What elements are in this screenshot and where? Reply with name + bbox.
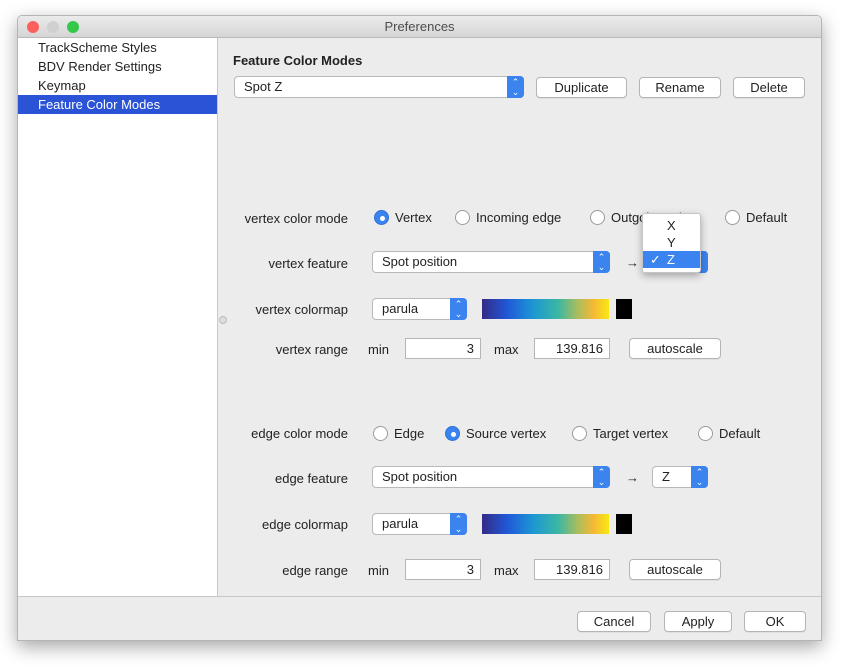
radio-label: Default [719,426,761,441]
ok-button[interactable]: OK [744,611,806,632]
vertex-max-input[interactable]: 139.816 [534,338,610,359]
radio-vertex[interactable]: Vertex [374,210,432,225]
rename-button[interactable]: Rename [639,77,721,98]
apply-button[interactable]: Apply [664,611,732,632]
vertex-autoscale-button[interactable]: autoscale [629,338,721,359]
radio-label: Incoming edge [476,210,562,225]
vertex-max-label: max [494,342,519,357]
preferences-window: Preferences TrackScheme Styles BDV Rende… [17,15,822,641]
updown-arrows-icon: ⌃⌄ [593,466,610,488]
menu-item-label: Z [667,252,675,267]
minimize-window-button[interactable] [47,21,59,33]
vertex-feature-label: vertex feature [268,256,349,271]
edge-feature-select[interactable]: Spot position ⌃ ⌄ [372,466,610,488]
menu-item-x[interactable]: X [643,217,700,234]
checkmark-icon: ✓ [650,252,661,267]
sidebar-item-bdv-render-settings[interactable]: BDV Render Settings [18,57,217,76]
radio-edge-default[interactable]: Default [698,426,760,441]
radio-incoming-edge[interactable]: Incoming edge [455,210,561,225]
page-title: Feature Color Modes [233,53,363,68]
edge-feature-label: edge feature [274,471,348,486]
radio-icon [725,210,740,225]
updown-arrows-icon: ⌃⌄ [593,251,610,273]
edge-colormap-preview [482,514,609,534]
vertex-range-label: vertex range [275,342,348,357]
edge-missing-color-swatch[interactable] [616,514,632,534]
title-bar: Preferences [18,16,821,38]
radio-icon [455,210,470,225]
sidebar: TrackScheme Styles BDV Render Settings K… [18,38,218,596]
sidebar-item-feature-color-modes[interactable]: Feature Color Modes [18,95,217,114]
vertex-colormap-label: vertex colormap [255,302,348,317]
radio-icon [698,426,713,441]
radio-label: Source vertex [466,426,547,441]
menu-item-y[interactable]: Y [643,234,700,251]
vertex-min-input[interactable]: 3 [405,338,481,359]
vertex-colormap-select[interactable]: parula ⌃ ⌄ [372,298,467,320]
radio-icon [572,426,587,441]
arrow-icon: → [626,255,639,270]
updown-arrows-icon: ⌃⌄ [691,466,708,488]
arrow-icon: → [626,470,639,485]
radio-default[interactable]: Default [725,210,787,225]
radio-selected-icon [374,210,389,225]
edge-color-mode-label: edge color mode [251,426,348,441]
vertex-colormap-preview [482,299,609,319]
updown-arrows-icon: ⌃⌄ [507,76,524,98]
sidebar-item-trackscheme-styles[interactable]: TrackScheme Styles [18,38,217,57]
updown-arrows-icon: ⌃⌄ [450,298,467,320]
edge-autoscale-button[interactable]: autoscale [629,559,721,580]
vertex-color-mode-label: vertex color mode [244,211,348,226]
edge-range-label: edge range [282,563,348,578]
vertex-min-label: min [368,342,389,357]
radio-label: Vertex [395,210,432,225]
window-title: Preferences [384,19,455,34]
delete-button[interactable]: Delete [733,77,805,98]
button-bar: Cancel Apply OK [18,596,821,640]
cancel-button[interactable]: Cancel [577,611,651,632]
radio-selected-icon [445,426,460,441]
vertex-feature-value: Spot position [382,254,458,269]
close-window-button[interactable] [27,21,39,33]
radio-edge[interactable]: Edge [373,426,424,441]
radio-label: Target vertex [593,426,669,441]
projection-dropdown-menu: X Y ✓ Z [642,213,701,273]
zoom-window-button[interactable] [67,21,79,33]
vertex-feature-select[interactable]: Spot position ⌃ ⌄ [372,251,610,273]
menu-item-z[interactable]: ✓ Z [643,251,700,268]
color-mode-value: Spot Z [244,79,283,94]
edge-colormap-value: parula [382,516,419,531]
vertex-colormap-value: parula [382,301,419,316]
radio-source-vertex[interactable]: Source vertex [445,426,546,441]
duplicate-button[interactable]: Duplicate [536,77,627,98]
edge-feature-value: Spot position [382,469,458,484]
edge-min-label: min [368,563,389,578]
edge-max-label: max [494,563,519,578]
split-pane-handle[interactable] [219,316,227,324]
edge-colormap-select[interactable]: parula ⌃ ⌄ [372,513,467,535]
updown-arrows-icon: ⌃⌄ [450,513,467,535]
radio-label: Default [746,210,788,225]
edge-projection-select[interactable]: Z ⌃ ⌄ [652,466,708,488]
sidebar-item-keymap[interactable]: Keymap [18,76,217,95]
vertex-missing-color-swatch[interactable] [616,299,632,319]
radio-icon [373,426,388,441]
color-mode-select[interactable]: Spot Z ⌃ ⌄ [234,76,524,98]
edge-projection-value: Z [662,469,670,484]
radio-icon [590,210,605,225]
radio-label: Edge [394,426,425,441]
edge-max-input[interactable]: 139.816 [534,559,610,580]
edge-colormap-label: edge colormap [262,517,348,532]
edge-min-input[interactable]: 3 [405,559,481,580]
radio-target-vertex[interactable]: Target vertex [572,426,668,441]
